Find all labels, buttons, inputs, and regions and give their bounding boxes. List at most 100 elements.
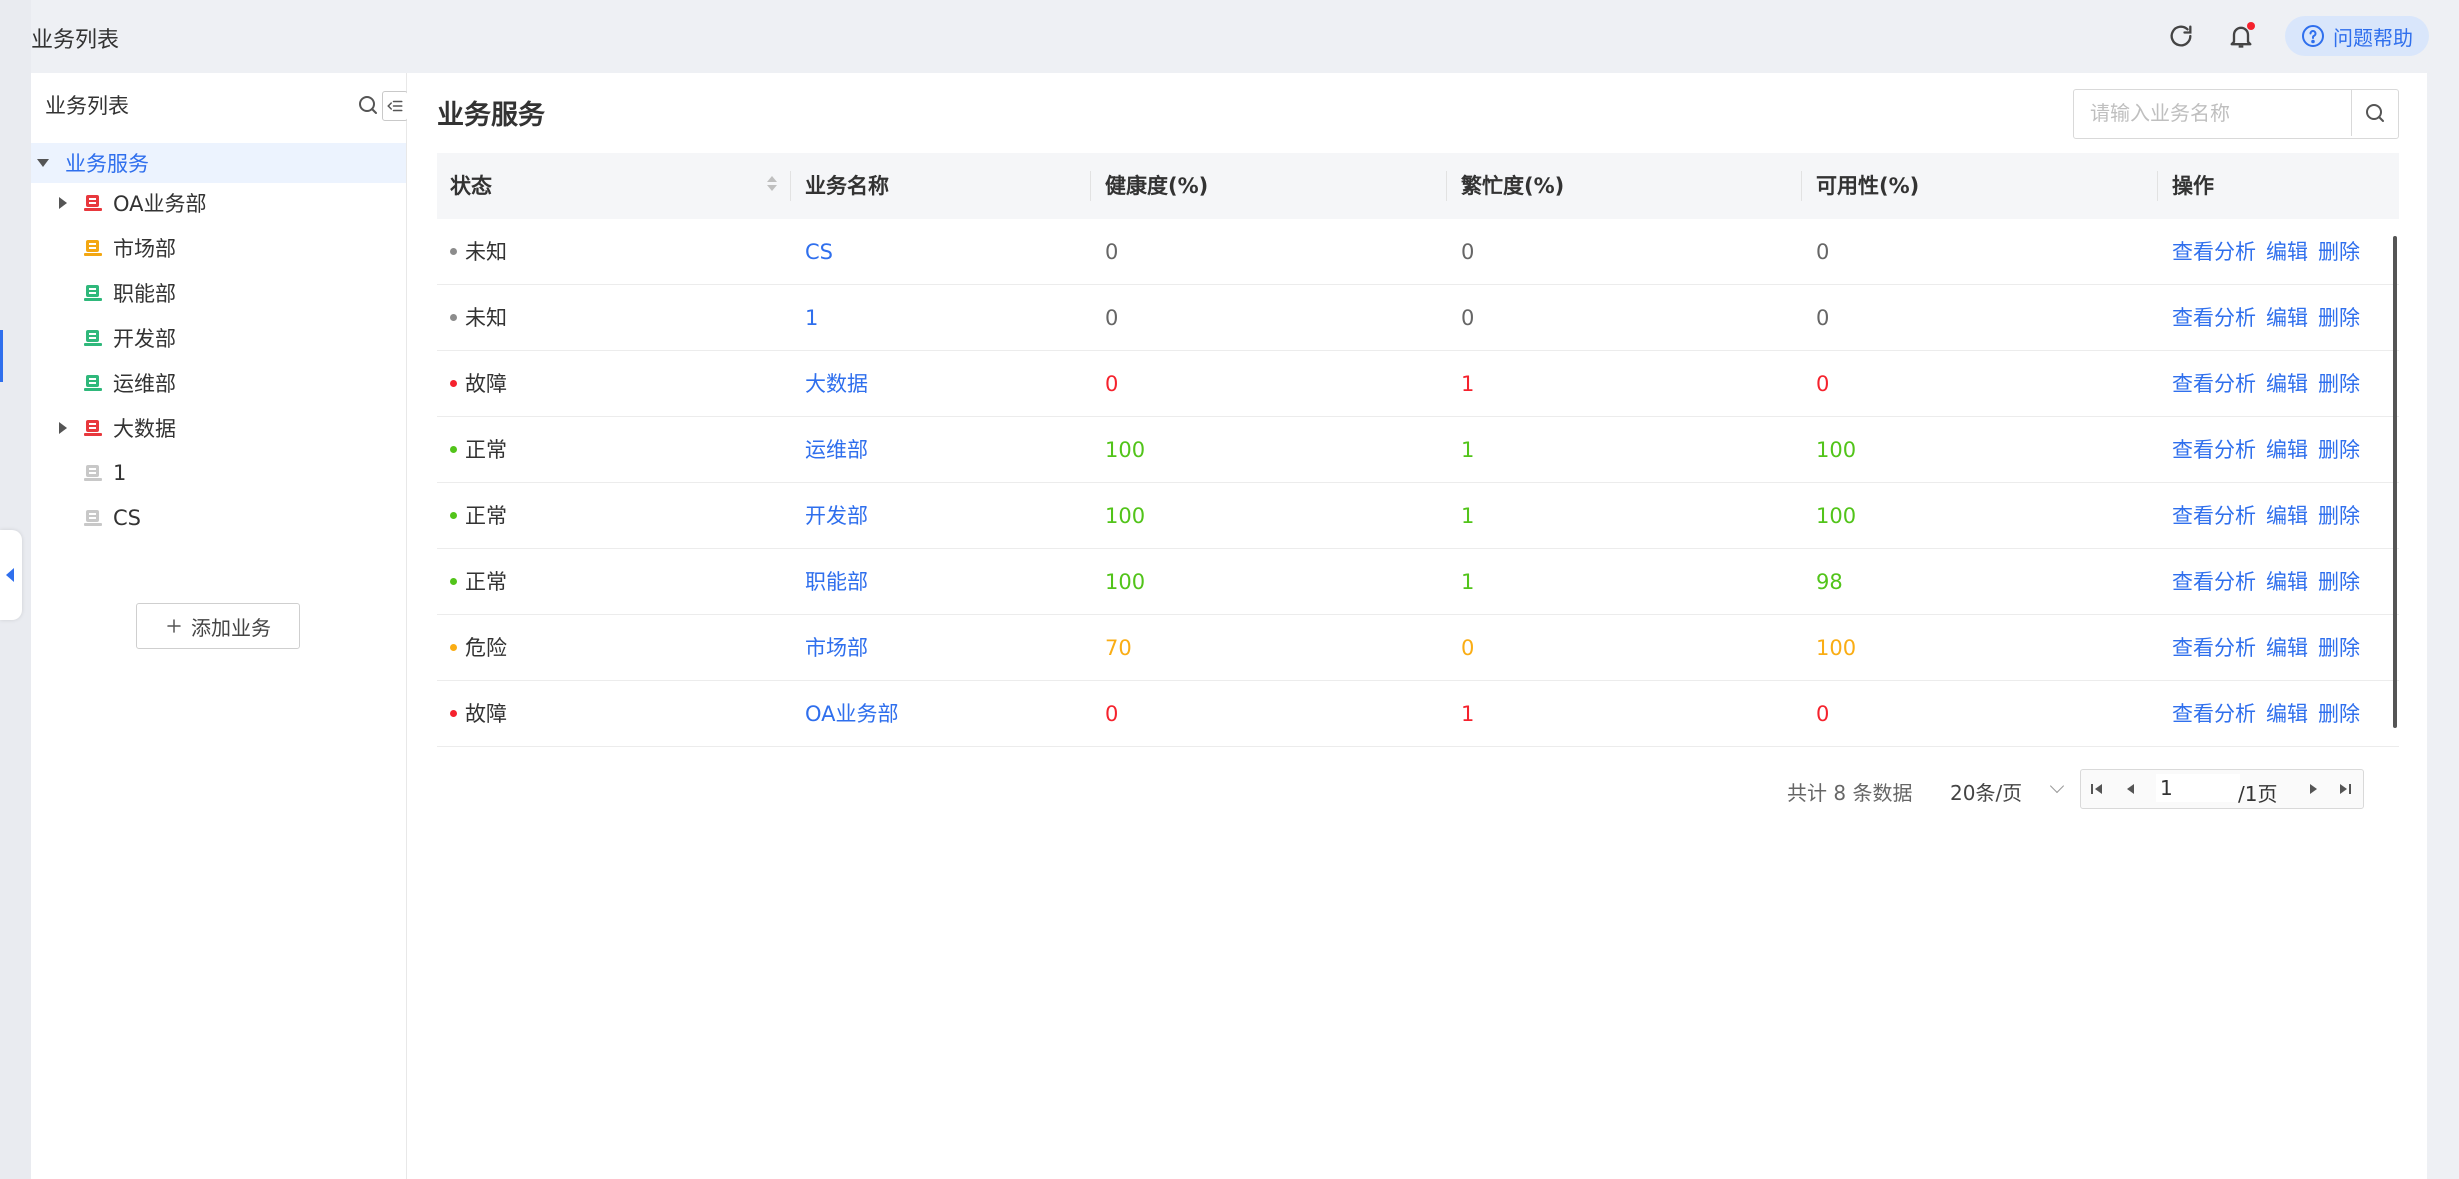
service-name-link[interactable]: 职能部: [805, 549, 868, 615]
table-row: 正常 职能部 100 1 98 查看分析 编辑 删除: [437, 549, 2399, 615]
edit-link[interactable]: 编辑: [2266, 372, 2308, 396]
service-search-button[interactable]: [2351, 90, 2398, 136]
caret-right-icon[interactable]: [59, 422, 67, 434]
edit-link[interactable]: 编辑: [2266, 636, 2308, 660]
tree-item[interactable]: CS: [31, 498, 406, 538]
view-analysis-link[interactable]: 查看分析: [2172, 438, 2256, 462]
first-page-icon[interactable]: [2087, 779, 2107, 799]
health-value: 0: [1105, 372, 1119, 396]
view-analysis-link[interactable]: 查看分析: [2172, 636, 2256, 660]
status-cell: 正常: [450, 417, 507, 483]
edit-link[interactable]: 编辑: [2266, 702, 2308, 726]
service-name-link[interactable]: CS: [805, 219, 833, 285]
delete-link[interactable]: 删除: [2318, 372, 2360, 396]
main-panel: 业务服务 状态 业务名称 健康度(%) 繁忙度(%) 可用性(%) 操作 未知 …: [407, 73, 2427, 1179]
collapse-panel-tab[interactable]: [0, 530, 22, 620]
table-row: 正常 运维部 100 1 100 查看分析 编辑 删除: [437, 417, 2399, 483]
service-icon: [84, 240, 102, 256]
service-name-link[interactable]: OA业务部: [805, 681, 899, 747]
tree-item-label: 运维部: [113, 372, 176, 396]
row-actions: 查看分析 编辑 删除: [2172, 351, 2370, 417]
service-name-link[interactable]: 市场部: [805, 615, 868, 681]
tree-root-item[interactable]: 业务服务: [31, 143, 406, 183]
service-icon: [84, 510, 102, 526]
tree-item[interactable]: 1: [31, 453, 406, 493]
edit-link[interactable]: 编辑: [2266, 240, 2308, 264]
tree-item[interactable]: 运维部: [31, 363, 406, 403]
page-size-select[interactable]: 20条/页: [1950, 777, 2022, 806]
tree-item-label: 大数据: [113, 417, 176, 441]
tree-item[interactable]: 市场部: [31, 228, 406, 268]
prev-page-icon[interactable]: [2121, 779, 2141, 799]
caret-right-icon[interactable]: [59, 197, 67, 209]
status-cell: 未知: [450, 219, 507, 285]
column-header-status[interactable]: 状态: [450, 153, 492, 219]
service-icon: [84, 330, 102, 346]
view-analysis-link[interactable]: 查看分析: [2172, 504, 2256, 528]
view-analysis-link[interactable]: 查看分析: [2172, 372, 2256, 396]
service-name-link[interactable]: 大数据: [805, 351, 868, 417]
delete-link[interactable]: 删除: [2318, 240, 2360, 264]
tree-item-label: 职能部: [113, 282, 176, 306]
availability-value: 0: [1816, 306, 1830, 330]
tree-item[interactable]: OA业务部: [31, 183, 406, 223]
edit-link[interactable]: 编辑: [2266, 570, 2308, 594]
column-divider: [1801, 171, 1802, 201]
status-text: 危险: [465, 636, 507, 660]
tree-item[interactable]: 大数据: [31, 408, 406, 448]
help-button[interactable]: 问题帮助: [2285, 16, 2429, 56]
service-name-link[interactable]: 运维部: [805, 417, 868, 483]
edit-link[interactable]: 编辑: [2266, 306, 2308, 330]
delete-link[interactable]: 删除: [2318, 438, 2360, 462]
health-value: 0: [1105, 240, 1119, 264]
status-text: 故障: [465, 702, 507, 726]
page-number-input[interactable]: [2156, 774, 2240, 802]
health-value: 70: [1105, 636, 1132, 660]
chevron-down-icon[interactable]: [2049, 778, 2065, 794]
view-analysis-link[interactable]: 查看分析: [2172, 570, 2256, 594]
column-header-health: 健康度(%): [1105, 174, 1209, 198]
view-analysis-link[interactable]: 查看分析: [2172, 240, 2256, 264]
delete-link[interactable]: 删除: [2318, 504, 2360, 528]
notification-button[interactable]: [2225, 20, 2257, 52]
tree-item-label: 市场部: [113, 237, 176, 261]
sidebar-fold-button[interactable]: [382, 91, 408, 121]
sidebar-search-button[interactable]: [356, 93, 380, 121]
service-name-link[interactable]: 开发部: [805, 483, 868, 549]
view-analysis-link[interactable]: 查看分析: [2172, 702, 2256, 726]
edit-link[interactable]: 编辑: [2266, 438, 2308, 462]
add-service-button[interactable]: 添加业务: [136, 603, 300, 649]
availability-value: 100: [1816, 636, 1857, 660]
sidebar: 业务列表 业务服务 OA业务部 市场部 职能部 开发部 运维部 大数据 1 CS…: [31, 73, 408, 1179]
table-scrollbar[interactable]: [2393, 236, 2397, 728]
delete-link[interactable]: 删除: [2318, 636, 2360, 660]
refresh-button[interactable]: [2165, 20, 2197, 52]
search-icon: [359, 96, 377, 114]
page-navigator: /1页: [2080, 769, 2364, 809]
column-divider: [2157, 171, 2158, 201]
service-search-input[interactable]: [2074, 90, 2344, 136]
status-dot: [450, 709, 457, 717]
status-dot: [450, 313, 457, 321]
edit-link[interactable]: 编辑: [2266, 504, 2308, 528]
column-header-busy: 繁忙度(%): [1461, 174, 1565, 198]
tree-item-label: 开发部: [113, 327, 176, 351]
next-page-icon[interactable]: [2303, 779, 2323, 799]
last-page-icon[interactable]: [2335, 779, 2355, 799]
indent-fold-icon: [387, 100, 403, 112]
tree-item[interactable]: 职能部: [31, 273, 406, 313]
delete-link[interactable]: 删除: [2318, 570, 2360, 594]
tree-item[interactable]: 开发部: [31, 318, 406, 358]
availability-value: 98: [1816, 570, 1843, 594]
view-analysis-link[interactable]: 查看分析: [2172, 306, 2256, 330]
column-header-name: 业务名称: [805, 174, 889, 198]
page-total-label: /1页: [2238, 782, 2278, 806]
availability-value: 100: [1816, 438, 1857, 462]
delete-link[interactable]: 删除: [2318, 306, 2360, 330]
availability-value: 0: [1816, 240, 1830, 264]
delete-link[interactable]: 删除: [2318, 702, 2360, 726]
add-service-label: 添加业务: [191, 615, 271, 640]
service-name-link[interactable]: 1: [805, 285, 818, 351]
sort-icon[interactable]: [767, 176, 777, 191]
search-icon: [2366, 104, 2384, 122]
